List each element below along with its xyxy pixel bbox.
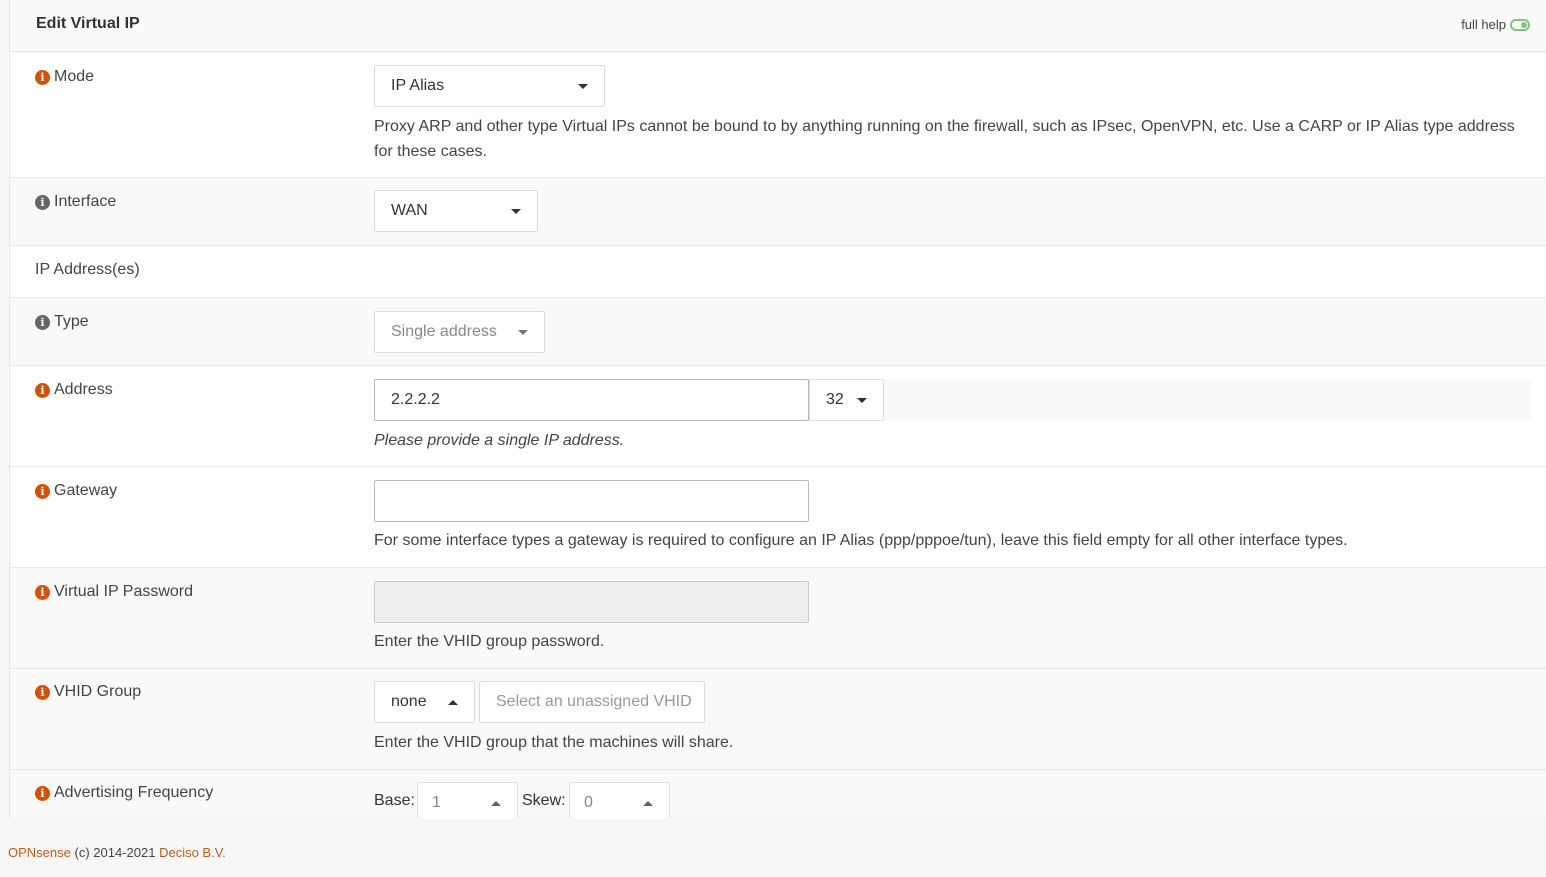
- password-label: i Virtual IP Password: [35, 583, 193, 601]
- password-row: i Virtual IP Password Enter the VHID gro…: [10, 568, 1546, 669]
- address-input[interactable]: 2.2.2.2: [374, 379, 809, 421]
- address-help: Please provide a single IP address.: [374, 432, 625, 449]
- mode-label: i Mode: [35, 68, 94, 86]
- address-mask-select[interactable]: 32: [809, 379, 884, 421]
- interface-row: i Interface WAN: [10, 178, 1546, 246]
- interface-label: i Interface: [35, 193, 116, 211]
- info-icon[interactable]: i: [35, 69, 50, 85]
- footer-company-link[interactable]: Deciso B.V.: [159, 845, 226, 860]
- full-help-label: full help: [1461, 17, 1506, 32]
- toggle-on-icon[interactable]: [1510, 18, 1530, 31]
- caret-down-icon: [511, 209, 521, 214]
- address-mask-value: 32: [826, 391, 844, 408]
- caret-up-icon: [491, 801, 501, 806]
- caret-down-icon: [857, 398, 867, 403]
- gateway-help: For some interface types a gateway is re…: [374, 532, 1348, 549]
- type-select-value: Single address: [391, 323, 497, 340]
- advertising-row: i Advertising Frequency Base: 1 Skew: 0: [10, 770, 1546, 818]
- interface-select[interactable]: WAN: [374, 190, 538, 232]
- address-label: i Address: [35, 381, 113, 399]
- advertising-label-text: Advertising Frequency: [54, 784, 214, 801]
- address-row: i Address 2.2.2.2 32 Please provide a si…: [10, 366, 1546, 467]
- info-icon[interactable]: i: [35, 483, 50, 499]
- gateway-label: i Gateway: [35, 482, 117, 500]
- gateway-row: i Gateway For some interface types a gat…: [10, 467, 1546, 568]
- advertising-skew-value: 0: [584, 794, 593, 811]
- advertising-base-label: Base:: [374, 792, 415, 809]
- vhid-unassigned-placeholder: Select an unassigned VHID: [496, 693, 692, 710]
- advertising-base-select[interactable]: 1: [417, 782, 518, 818]
- vhid-select[interactable]: none: [374, 681, 475, 723]
- gateway-label-text: Gateway: [54, 482, 118, 499]
- info-icon[interactable]: i: [35, 194, 50, 210]
- panel-header: Edit Virtual IP full help: [10, 0, 1546, 52]
- footer-copyright: (c) 2014-2021: [74, 845, 156, 860]
- caret-down-icon: [518, 330, 528, 335]
- info-icon[interactable]: i: [35, 314, 50, 330]
- interface-label-text: Interface: [54, 193, 117, 210]
- password-input[interactable]: [374, 581, 809, 623]
- info-icon[interactable]: i: [35, 684, 50, 700]
- vhid-help: Enter the VHID group that the machines w…: [374, 734, 734, 751]
- vhid-select-value: none: [391, 693, 427, 710]
- vhid-label-text: VHID Group: [54, 683, 142, 700]
- caret-up-icon: [643, 801, 653, 806]
- mode-help: Proxy ARP and other type Virtual IPs can…: [374, 118, 1515, 160]
- vhid-row: i VHID Group none Select an unassigned V…: [10, 669, 1546, 770]
- address-label-text: Address: [54, 381, 113, 398]
- password-label-text: Virtual IP Password: [54, 583, 194, 600]
- info-icon[interactable]: i: [35, 785, 50, 801]
- advertising-skew-label: Skew:: [522, 792, 566, 809]
- ip-addresses-section-row: IP Address(es): [10, 246, 1546, 298]
- vhid-unassigned-select[interactable]: Select an unassigned VHID: [479, 681, 705, 723]
- ip-addresses-section-label: IP Address(es): [35, 261, 140, 278]
- edit-virtual-ip-panel: Edit Virtual IP full help i Mode IP Alia…: [9, 0, 1546, 818]
- footer-brand-link[interactable]: OPNsense: [8, 845, 71, 860]
- caret-down-icon: [578, 84, 588, 89]
- password-help: Enter the VHID group password.: [374, 633, 605, 650]
- interface-select-value: WAN: [391, 202, 428, 219]
- mode-select[interactable]: IP Alias: [374, 65, 605, 107]
- mode-row: i Mode IP Alias Proxy ARP and other type…: [10, 52, 1546, 178]
- advertising-base-value: 1: [432, 794, 441, 811]
- type-row: i Type Single address: [10, 298, 1546, 366]
- gateway-input[interactable]: [374, 480, 809, 522]
- caret-up-icon: [448, 700, 458, 705]
- footer: OPNsense (c) 2014-2021 Deciso B.V.: [8, 845, 226, 860]
- info-icon[interactable]: i: [35, 584, 50, 600]
- address-input-value: 2.2.2.2: [391, 391, 440, 408]
- type-label-text: Type: [54, 313, 89, 330]
- type-label: i Type: [35, 313, 89, 331]
- mode-label-text: Mode: [54, 68, 95, 85]
- info-icon[interactable]: i: [35, 382, 50, 398]
- type-select[interactable]: Single address: [374, 311, 545, 353]
- full-help-toggle[interactable]: full help: [1461, 17, 1530, 32]
- advertising-label: i Advertising Frequency: [35, 784, 213, 802]
- page-title: Edit Virtual IP: [36, 15, 140, 32]
- vhid-label: i VHID Group: [35, 683, 141, 701]
- mode-select-value: IP Alias: [391, 77, 445, 94]
- advertising-skew-select[interactable]: 0: [569, 782, 670, 818]
